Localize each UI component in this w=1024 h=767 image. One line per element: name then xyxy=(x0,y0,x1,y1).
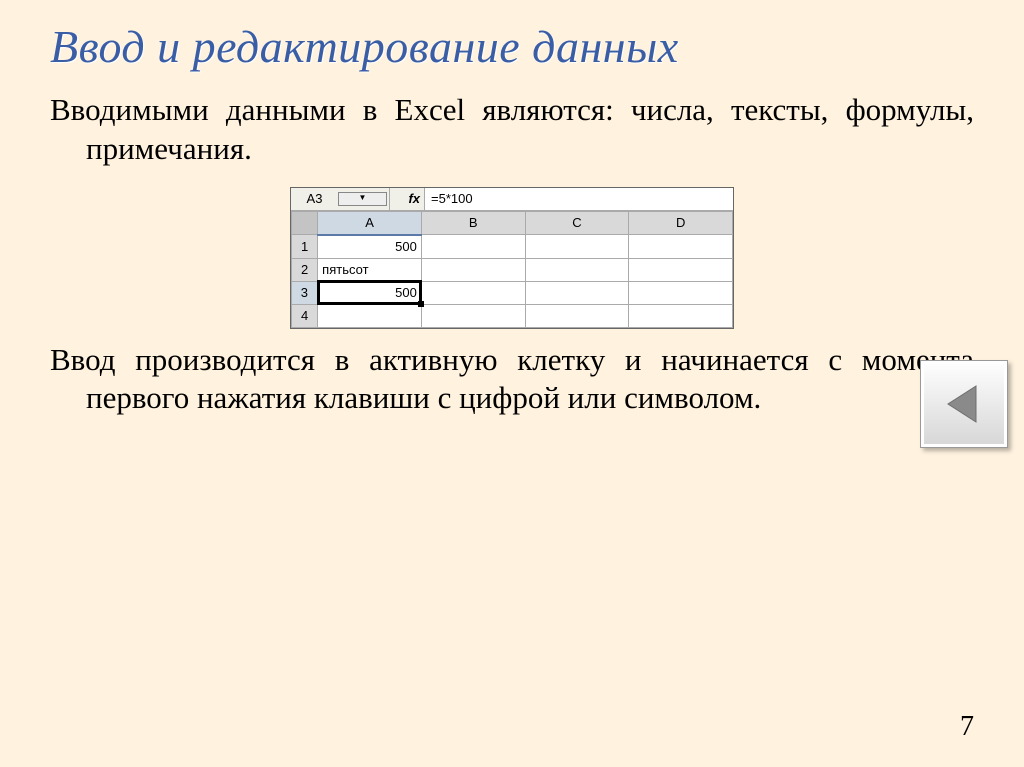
col-header-A[interactable]: A xyxy=(318,211,422,235)
cell-C3[interactable] xyxy=(525,281,629,304)
cell-A4[interactable] xyxy=(318,304,422,327)
back-button[interactable] xyxy=(920,360,1008,448)
cell-D3[interactable] xyxy=(629,281,733,304)
cell-C1[interactable] xyxy=(525,235,629,259)
slide-title: Ввод и редактирование данных xyxy=(50,20,974,73)
cell-D4[interactable] xyxy=(629,304,733,327)
cell-A1[interactable]: 500 xyxy=(318,235,422,259)
name-box[interactable]: A3 ▼ xyxy=(291,188,390,210)
cell-A3-active[interactable]: 500 xyxy=(318,281,422,304)
select-all-corner[interactable] xyxy=(292,211,318,235)
cell-B1[interactable] xyxy=(421,235,525,259)
cell-A2[interactable]: пятьсот xyxy=(318,258,422,281)
cell-B3[interactable] xyxy=(421,281,525,304)
formula-bar: A3 ▼ fx =5*100 xyxy=(291,188,733,211)
row-header-3[interactable]: 3 xyxy=(292,281,318,304)
row-header-4[interactable]: 4 xyxy=(292,304,318,327)
col-header-B[interactable]: B xyxy=(421,211,525,235)
col-header-C[interactable]: C xyxy=(525,211,629,235)
row-header-1[interactable]: 1 xyxy=(292,235,318,259)
name-box-value: A3 xyxy=(291,191,338,206)
page-number: 7 xyxy=(960,711,974,743)
cell-C2[interactable] xyxy=(525,258,629,281)
excel-screenshot: A3 ▼ fx =5*100 A B C D 1 500 2 пятьсот xyxy=(290,187,734,329)
fx-label[interactable]: fx xyxy=(390,188,425,210)
cell-D1[interactable] xyxy=(629,235,733,259)
cell-B2[interactable] xyxy=(421,258,525,281)
worksheet-grid: A B C D 1 500 2 пятьсот 3 500 4 xyxy=(291,211,733,328)
cell-C4[interactable] xyxy=(525,304,629,327)
name-box-dropdown-icon[interactable]: ▼ xyxy=(338,192,387,206)
cell-B4[interactable] xyxy=(421,304,525,327)
col-header-D[interactable]: D xyxy=(629,211,733,235)
paragraph-2: Ввод производится в активную клетку и на… xyxy=(86,341,974,419)
formula-input[interactable]: =5*100 xyxy=(425,188,733,210)
cell-D2[interactable] xyxy=(629,258,733,281)
row-header-2[interactable]: 2 xyxy=(292,258,318,281)
back-arrow-icon xyxy=(940,380,988,428)
paragraph-1: Вводимыми данными в Excel являются: числ… xyxy=(86,91,974,169)
